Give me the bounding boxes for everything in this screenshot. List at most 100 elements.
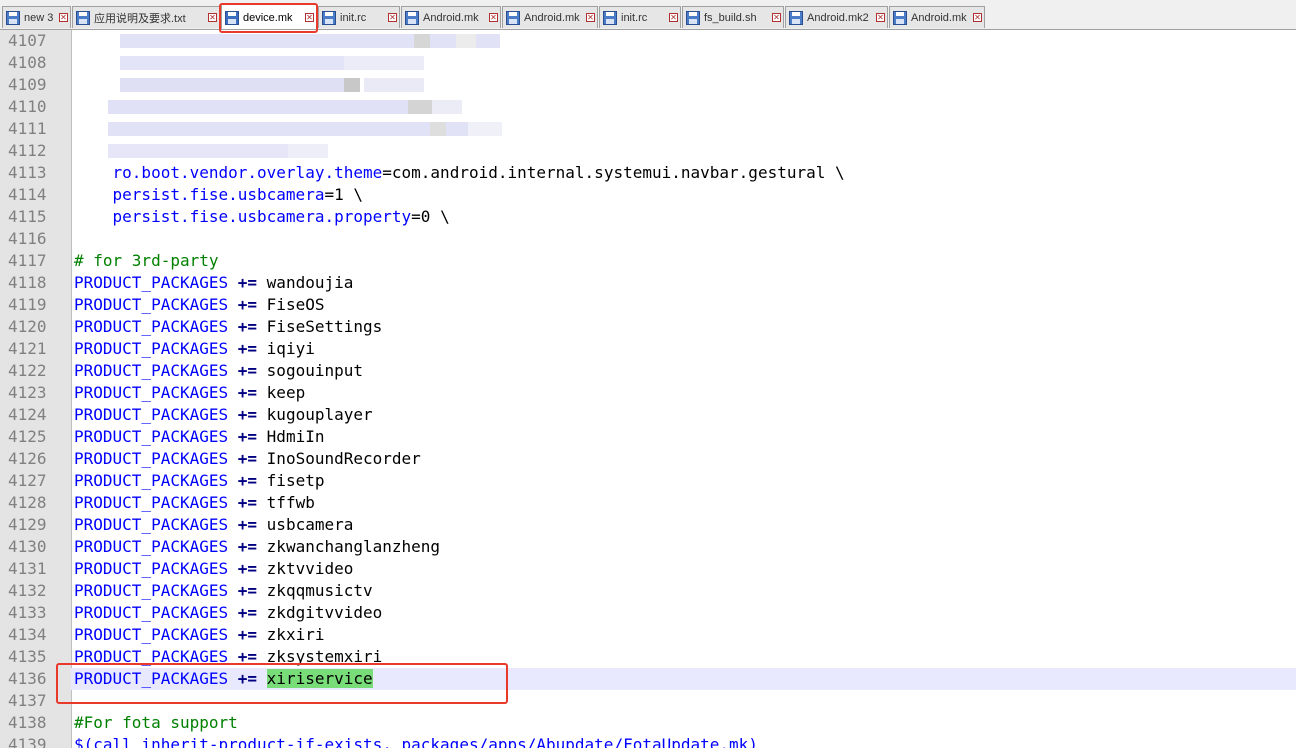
package-name: FiseSettings	[266, 317, 383, 336]
redacted-block	[120, 34, 500, 48]
variable-name: PRODUCT_PACKAGES	[74, 669, 229, 688]
code-line[interactable]: 4113 ro.boot.vendor.overlay.theme=com.an…	[0, 162, 1296, 184]
tab-9[interactable]: Android.mk2 ✕	[785, 6, 888, 28]
property-key: persist.fise.usbcamera	[112, 185, 325, 204]
package-name: wandoujia	[266, 273, 354, 292]
save-icon	[6, 10, 20, 25]
package-name: keep	[266, 383, 306, 402]
code-line[interactable]: 4116	[0, 228, 1296, 250]
code-line[interactable]: 4107	[0, 30, 1296, 52]
line-content: persist.fise.usbcamera=1 \	[74, 184, 363, 206]
code-line[interactable]: 4121 PRODUCT_PACKAGES += iqiyi	[0, 338, 1296, 360]
tab-label: 应用说明及要求.txt	[94, 12, 186, 25]
redacted-block	[108, 100, 408, 114]
tab-2[interactable]: 应用说明及要求.txt ✕	[72, 6, 220, 28]
redacted-block	[120, 78, 350, 92]
variable-name: PRODUCT_PACKAGES	[74, 603, 229, 622]
code-line[interactable]: 4139 $(call inherit-product-if-exists, pa…	[0, 734, 1296, 748]
code-line[interactable]: 4114 persist.fise.usbcamera=1 \	[0, 184, 1296, 206]
line-content: PRODUCT_PACKAGES += zkwanchanglanzheng	[74, 536, 440, 558]
redacted-block	[344, 56, 424, 70]
tab-7[interactable]: init.rc ✕	[599, 6, 681, 28]
code-line[interactable]: 4131 PRODUCT_PACKAGES += zktvvideo	[0, 558, 1296, 580]
line-number: 4112	[8, 141, 47, 160]
close-icon[interactable]: ✕	[305, 13, 314, 22]
line-number: 4139	[8, 735, 47, 748]
code-line[interactable]: 4127 PRODUCT_PACKAGES += fisetp	[0, 470, 1296, 492]
code-line[interactable]: 4135 PRODUCT_PACKAGES += zksystemxiri	[0, 646, 1296, 668]
variable-name: PRODUCT_PACKAGES	[74, 295, 229, 314]
tab-label: Android.mk	[423, 11, 479, 24]
code-line[interactable]: 4130 PRODUCT_PACKAGES += zkwanchanglanzhe…	[0, 536, 1296, 558]
code-line[interactable]: 4111	[0, 118, 1296, 140]
line-number: 4118	[8, 273, 47, 292]
variable-name: PRODUCT_PACKAGES	[74, 647, 229, 666]
property-value: 0 \	[420, 207, 450, 226]
code-line[interactable]: 4110	[0, 96, 1296, 118]
code-line[interactable]: 4134 PRODUCT_PACKAGES += zkxiri	[0, 624, 1296, 646]
code-line[interactable]: 4136 PRODUCT_PACKAGES += xiriservice	[0, 668, 1296, 690]
code-line[interactable]: 4138 #For fota support	[0, 712, 1296, 734]
close-icon[interactable]: ✕	[973, 13, 982, 22]
line-number: 4136	[0, 668, 71, 690]
package-name: fisetp	[266, 471, 325, 490]
tab-label: fs_build.sh	[704, 11, 757, 24]
save-icon	[506, 10, 520, 25]
code-line[interactable]: 4122 PRODUCT_PACKAGES += sogouinput	[0, 360, 1296, 382]
line-content: PRODUCT_PACKAGES += zkqqmusictv	[74, 580, 373, 602]
code-line[interactable]: 4118 PRODUCT_PACKAGES += wandoujia	[0, 272, 1296, 294]
code-line[interactable]: 4124 PRODUCT_PACKAGES += kugouplayer	[0, 404, 1296, 426]
close-icon[interactable]: ✕	[59, 13, 68, 22]
tab-3[interactable]: device.mk ✕	[221, 4, 317, 29]
code-line[interactable]: 4108	[0, 52, 1296, 74]
code-editor[interactable]: 4107 4108 4109 4110 4111 4112 4113 ro.boot.ven…	[0, 30, 1296, 748]
save-icon	[686, 10, 700, 25]
variable-name: PRODUCT_PACKAGES	[74, 493, 229, 512]
close-icon[interactable]: ✕	[772, 13, 781, 22]
variable-name: PRODUCT_PACKAGES	[74, 339, 229, 358]
tab-10[interactable]: Android.mk ✕	[889, 6, 985, 28]
tab-6[interactable]: Android.mk ✕	[502, 6, 598, 28]
property-equals: =	[324, 185, 335, 204]
property-value: 1 \	[334, 185, 363, 204]
close-icon[interactable]: ✕	[876, 13, 885, 22]
code-line[interactable]: 4128 PRODUCT_PACKAGES += tffwb	[0, 492, 1296, 514]
code-line[interactable]: 4125 PRODUCT_PACKAGES += HdmiIn	[0, 426, 1296, 448]
line-content: # for 3rd-party	[74, 250, 219, 272]
line-number: 4128	[8, 493, 47, 512]
close-icon[interactable]: ✕	[388, 13, 397, 22]
code-line[interactable]: 4132 PRODUCT_PACKAGES += zkqqmusictv	[0, 580, 1296, 602]
line-number: 4119	[8, 295, 47, 314]
tab-8[interactable]: fs_build.sh ✕	[682, 6, 784, 28]
close-icon[interactable]: ✕	[669, 13, 678, 22]
tab-1[interactable]: new 3 ✕	[2, 6, 71, 28]
variable-name: PRODUCT_PACKAGES	[74, 449, 229, 468]
code-line[interactable]: 4109	[0, 74, 1296, 96]
close-icon[interactable]: ✕	[489, 13, 498, 22]
code-line[interactable]: 4137	[0, 690, 1296, 712]
operator: +=	[237, 537, 258, 556]
code-line[interactable]: 4133 PRODUCT_PACKAGES += zkdgitvvideo	[0, 602, 1296, 624]
code-line[interactable]: 4119 PRODUCT_PACKAGES += FiseOS	[0, 294, 1296, 316]
code-line[interactable]: 4126 PRODUCT_PACKAGES += InoSoundRecorder	[0, 448, 1296, 470]
code-line[interactable]: 4123 PRODUCT_PACKAGES += keep	[0, 382, 1296, 404]
operator: +=	[237, 449, 258, 468]
variable-name: PRODUCT_PACKAGES	[74, 361, 229, 380]
redacted-block	[456, 34, 476, 48]
variable-name: PRODUCT_PACKAGES	[74, 625, 229, 644]
package-name: zktvvideo	[266, 559, 354, 578]
code-line[interactable]: 4120 PRODUCT_PACKAGES += FiseSettings	[0, 316, 1296, 338]
package-name: FiseOS	[266, 295, 325, 314]
close-icon[interactable]: ✕	[586, 13, 595, 22]
tab-4[interactable]: init.rc ✕	[318, 6, 400, 28]
package-name: InoSoundRecorder	[266, 449, 421, 468]
line-number: 4114	[8, 185, 47, 204]
code-line[interactable]: 4117 # for 3rd-party	[0, 250, 1296, 272]
line-content: PRODUCT_PACKAGES += FiseSettings	[74, 316, 382, 338]
code-line[interactable]: 4115 persist.fise.usbcamera.property=0 \	[0, 206, 1296, 228]
line-number: 4129	[8, 515, 47, 534]
code-line[interactable]: 4112	[0, 140, 1296, 162]
code-line[interactable]: 4129 PRODUCT_PACKAGES += usbcamera	[0, 514, 1296, 536]
close-icon[interactable]: ✕	[208, 13, 217, 22]
tab-5[interactable]: Android.mk ✕	[401, 6, 501, 28]
